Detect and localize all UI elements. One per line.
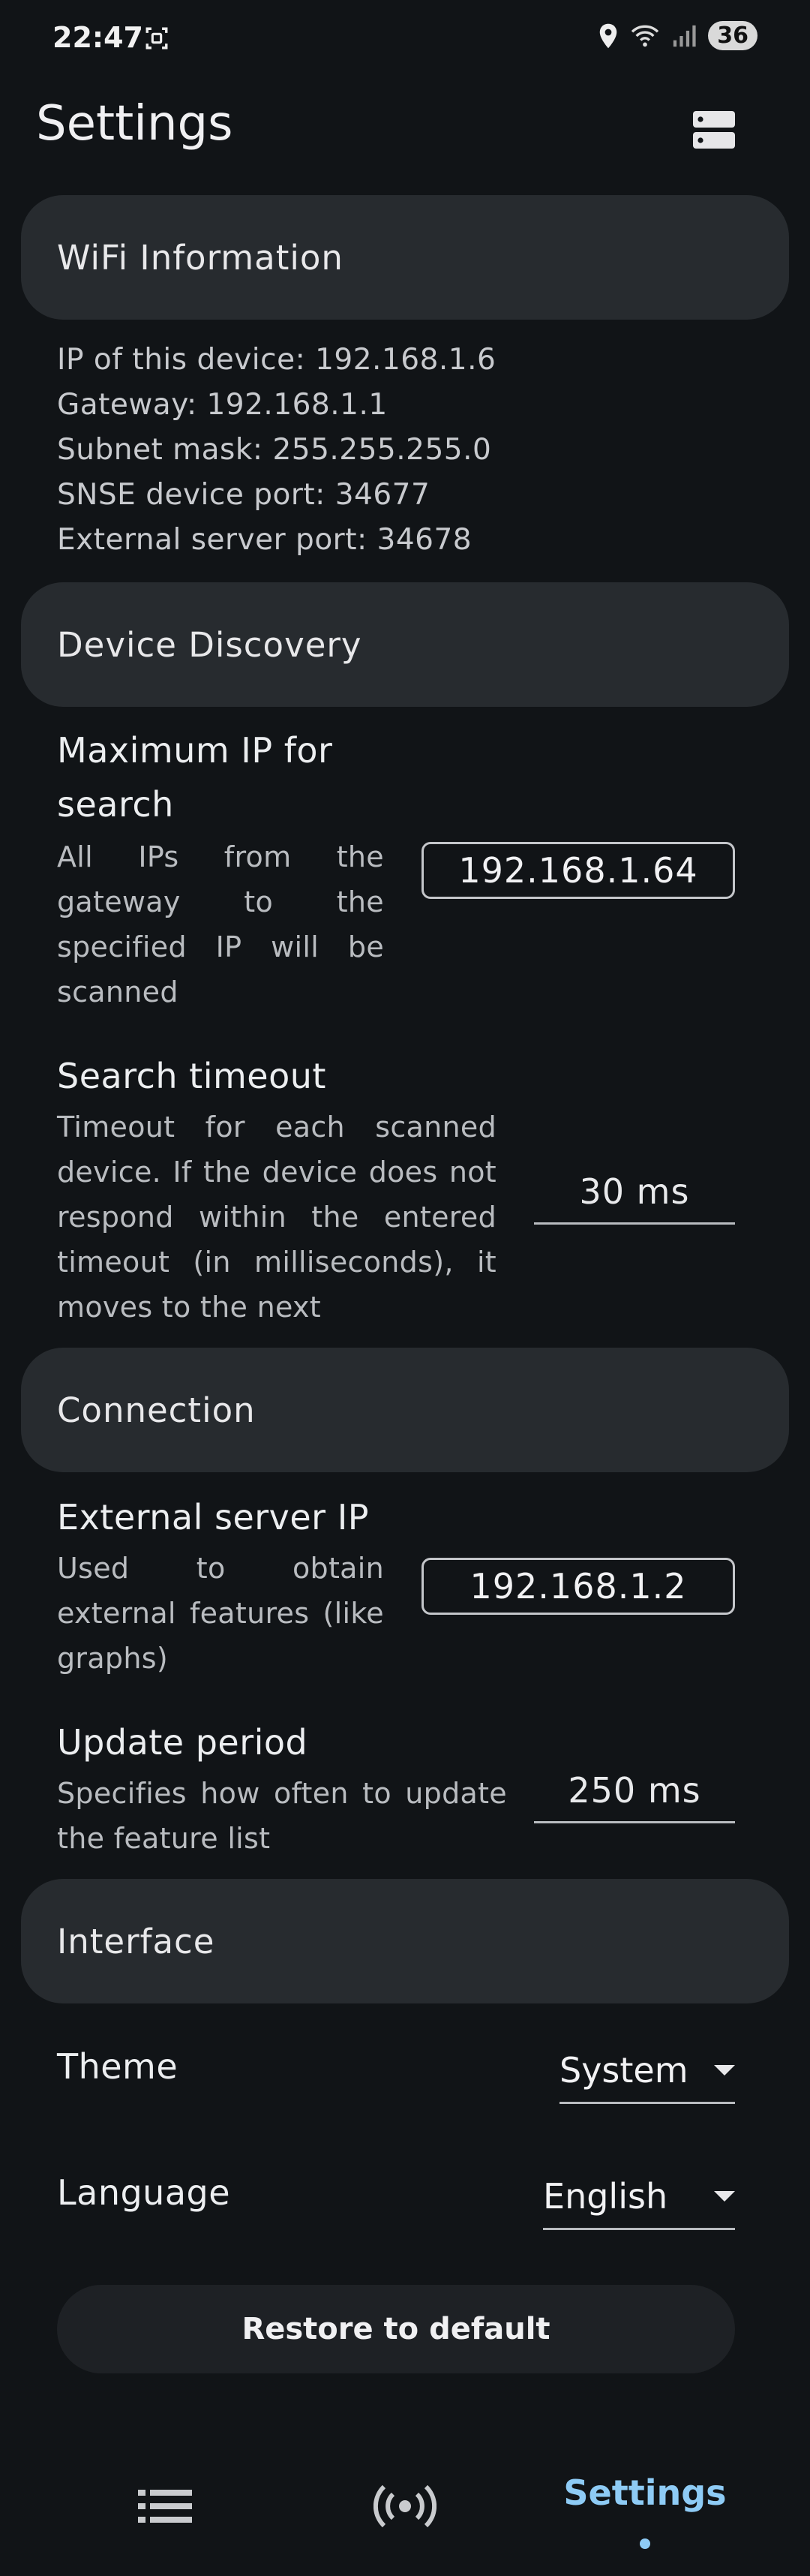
theme-value: System	[560, 2049, 688, 2091]
wifi-info-list: IP of this device: 192.168.1.6 Gateway: …	[57, 338, 496, 563]
nav-item-devices[interactable]	[368, 2472, 442, 2540]
max-ip-title: Maximum IP for search	[57, 730, 333, 825]
caret-down-icon	[714, 2190, 735, 2202]
section-title: Device Discovery	[57, 624, 362, 665]
subnet-mask-text: Subnet mask: 255.255.255.0	[57, 433, 492, 467]
language-dropdown[interactable]: English	[543, 2164, 735, 2230]
nav-item-list[interactable]	[128, 2472, 202, 2540]
status-time: 22:47	[52, 21, 143, 54]
section-title: Interface	[57, 1921, 215, 1961]
external-server-ip-input[interactable]: 192.168.1.2	[422, 1558, 735, 1615]
section-title: Connection	[57, 1390, 256, 1430]
section-interface: Interface	[21, 1879, 789, 2003]
active-indicator-dot	[640, 2538, 650, 2549]
page-title: Settings	[36, 96, 233, 152]
wifi-icon	[632, 25, 659, 47]
snse-port-text: SNSE device port: 34677	[57, 478, 430, 512]
caret-down-icon	[714, 2064, 735, 2076]
section-title: WiFi Information	[57, 237, 344, 278]
search-timeout-input[interactable]: 30 ms	[534, 1160, 735, 1225]
gateway-text: Gateway: 192.168.1.1	[57, 388, 388, 422]
nav-item-settings[interactable]: Settings	[555, 2472, 735, 2570]
status-icons: 36	[597, 21, 758, 50]
search-timeout-description: Timeout for each scanned device. If the …	[57, 1111, 496, 1324]
location-icon	[600, 23, 617, 48]
language-value: English	[543, 2175, 668, 2217]
section-device-discovery: Device Discovery	[21, 582, 789, 707]
signal-icon	[674, 25, 696, 47]
nav-settings-label: Settings	[563, 2472, 727, 2513]
section-connection: Connection	[21, 1348, 789, 1472]
update-period-description: Specifies how often to update the featur…	[57, 1777, 507, 1855]
screen-capture-icon	[146, 27, 168, 50]
restore-default-button[interactable]: Restore to default	[57, 2285, 735, 2373]
max-ip-description: All IPs from the gateway to the specifie…	[57, 840, 384, 1008]
bottom-navigation: Settings	[0, 2442, 810, 2576]
device-ip-text: IP of this device: 192.168.1.6	[57, 343, 496, 377]
list-icon	[138, 2490, 192, 2523]
external-server-ip-title: External server IP	[57, 1497, 370, 1537]
broadcast-icon	[374, 2485, 436, 2527]
battery-indicator: 36	[708, 21, 758, 50]
server-icon[interactable]	[690, 108, 738, 153]
section-wifi-information: WiFi Information	[21, 195, 789, 320]
update-period-title: Update period	[57, 1722, 308, 1763]
max-ip-input[interactable]: 192.168.1.64	[422, 842, 735, 899]
theme-label: Theme	[57, 2046, 178, 2087]
theme-dropdown[interactable]: System	[560, 2038, 735, 2104]
language-label: Language	[57, 2172, 231, 2213]
search-timeout-title: Search timeout	[57, 1056, 326, 1096]
update-period-input[interactable]: 250 ms	[534, 1759, 735, 1823]
external-port-text: External server port: 34678	[57, 523, 472, 557]
external-server-ip-description: Used to obtain external features (like g…	[57, 1552, 384, 1675]
